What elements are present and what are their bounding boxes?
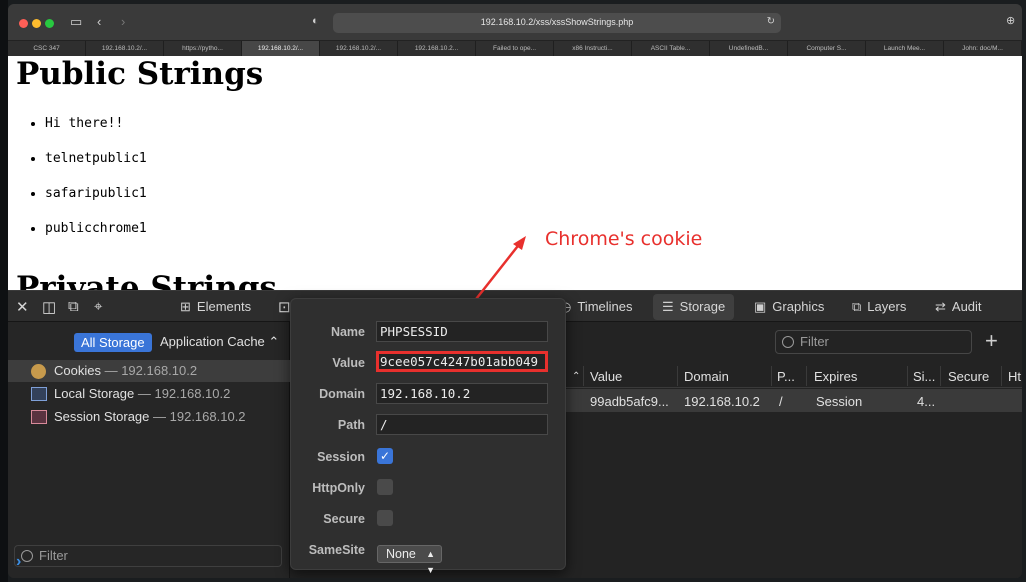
cell-path: / [779,394,783,409]
url-text: 192.168.10.2/xss/xssShowStrings.php [480,17,634,27]
column-header-domain[interactable]: Domain [684,369,729,384]
session-checkbox[interactable]: ✓ [377,448,393,464]
column-header-value[interactable]: Value [590,369,622,384]
local-storage-icon [31,387,47,401]
browser-tab[interactable]: CSC 347 [8,41,86,57]
reload-icon[interactable]: ↻ [767,16,775,27]
all-storage-button[interactable]: All Storage [74,333,152,352]
sidebar-item-cookies[interactable]: Cookies — 192.168.10.2 [8,360,290,382]
value-field[interactable]: 9cee057c4247b01abb049 [376,351,548,372]
public-strings-heading: Public Strings [16,56,264,92]
safari-window: ▭ ‹ › ◐ 192.168.10.2/xss/xssShowStrings.… [8,4,1022,578]
minimize-window-button[interactable] [32,19,41,28]
httponly-checkbox[interactable] [377,479,393,495]
cookie-icon [31,364,46,379]
list-item: telnetpublic1 [45,151,147,186]
sidebar-toggle-icon[interactable]: ▭ [70,14,82,30]
path-label: Path [337,418,365,432]
secure-checkbox[interactable] [377,510,393,526]
domain-field[interactable]: 192.168.10.2 [376,383,548,404]
samesite-label: SameSite [308,543,365,557]
secure-label: Secure [323,512,365,526]
cell-expires: Session [816,394,863,409]
column-header-secure[interactable]: Secure [948,369,989,384]
browser-tab[interactable]: Computer S... [788,41,866,57]
undock-icon[interactable]: ⧉ [68,298,79,315]
graphics-icon: ▣ [754,299,767,314]
browser-tab[interactable]: ASCII Table... [632,41,710,57]
browser-tab[interactable]: 192.168.10.2/... [86,41,164,57]
cookie-editor-popover: Name PHPSESSID Value 9cee057c4247b01abb0… [290,298,566,575]
web-page: Public Strings Hi there!! telnetpublic1 … [8,56,1022,294]
close-inspector-icon[interactable]: ✕ [16,298,29,316]
browser-tab[interactable]: Launch Mee... [866,41,944,57]
tab-audit[interactable]: ⇄ Audit [935,299,982,315]
column-header-path[interactable]: P... [777,369,795,384]
tab-bar: CSC 347 192.168.10.2/... https://pytho... 1… [8,40,1022,57]
console-icon[interactable]: ⊡ [278,298,291,316]
chrome-cookie-annotation: Chrome's cookie [545,228,703,250]
add-cookie-icon[interactable]: + [985,328,998,354]
session-storage-icon [31,410,47,424]
storage-icon: ☰ [662,299,674,314]
select-stepper-icon: ▲ ▼ [426,549,435,575]
samesite-select[interactable]: None ▲ ▼ [377,545,442,575]
application-cache-button[interactable]: Application Cache ⌃ [160,334,279,350]
storage-sidebar: All Storage Application Cache ⌃ Cookies … [8,322,290,578]
browser-tab[interactable]: UndefinedB... [710,41,788,57]
dock-icon[interactable]: ◫ [42,298,56,316]
sidebar-item-session-storage[interactable]: Session Storage — 192.168.10.2 [8,406,290,428]
column-header-size[interactable]: Si... [913,369,935,384]
column-header-httponly[interactable]: Ht [1008,369,1021,384]
tab-elements[interactable]: ⊞ Elements [180,299,251,315]
name-field[interactable]: PHPSESSID [376,321,548,342]
browser-tab[interactable]: 192.168.10.2/... [242,41,320,57]
forward-icon[interactable]: › [121,14,125,29]
name-label: Name [330,325,365,339]
browser-tab[interactable]: Failed to ope... [476,41,554,57]
terminal-background [0,0,8,582]
path-field[interactable]: / [376,414,548,435]
tab-layers[interactable]: ⧉ Layers [852,299,906,315]
layers-icon: ⧉ [852,299,862,314]
element-picker-icon[interactable]: ⌖ [94,298,102,315]
domain-label: Domain [319,387,365,401]
downloads-icon[interactable]: ⊕ [1006,14,1015,27]
tab-storage[interactable]: ☰ Storage [653,294,735,320]
table-filter-input[interactable]: Filter [775,330,972,354]
value-label: Value [332,356,365,370]
cell-domain: 192.168.10.2 [684,394,760,409]
browser-tab[interactable]: https://pytho... [164,41,242,57]
browser-toolbar: ▭ ‹ › ◐ 192.168.10.2/xss/xssShowStrings.… [8,4,1022,40]
sidebar-item-local-storage[interactable]: Local Storage — 192.168.10.2 [8,383,290,405]
browser-tab[interactable]: John: doc/M... [944,41,1022,57]
list-item: Hi there!! [45,116,147,151]
list-item: safaripublic1 [45,186,147,221]
close-window-button[interactable] [19,19,28,28]
cell-size: 4... [917,394,936,409]
session-label: Session [317,450,365,464]
column-header-expires[interactable]: Expires [814,369,857,384]
browser-tab[interactable]: 192.168.10.2/... [320,41,398,57]
elements-icon: ⊞ [180,299,191,314]
browser-tab[interactable]: x86 Instructi... [554,41,632,57]
filter-icon [21,550,33,562]
zoom-window-button[interactable] [45,19,54,28]
sidebar-filter-input[interactable]: Filter [14,545,282,567]
back-icon[interactable]: ‹ [97,14,101,29]
cell-value: 99adb5afc9... [590,394,669,409]
tab-timelines[interactable]: ◷Timelines [560,299,633,315]
console-prompt-icon[interactable]: › [16,553,21,571]
public-strings-list: Hi there!! telnetpublic1 safaripublic1 p… [45,116,147,256]
httponly-label: HttpOnly [312,481,365,495]
privacy-shield-icon[interactable]: ◐ [312,15,319,27]
list-item: publicchrome1 [45,221,147,256]
tab-graphics[interactable]: ▣ Graphics [754,299,824,315]
address-bar[interactable]: 192.168.10.2/xss/xssShowStrings.php ↻ [333,13,781,33]
audit-icon: ⇄ [935,299,946,314]
browser-tab[interactable]: 192.168.10.2... [398,41,476,57]
filter-icon [782,336,794,348]
sort-chevron-icon[interactable]: ⌃ [572,371,580,382]
